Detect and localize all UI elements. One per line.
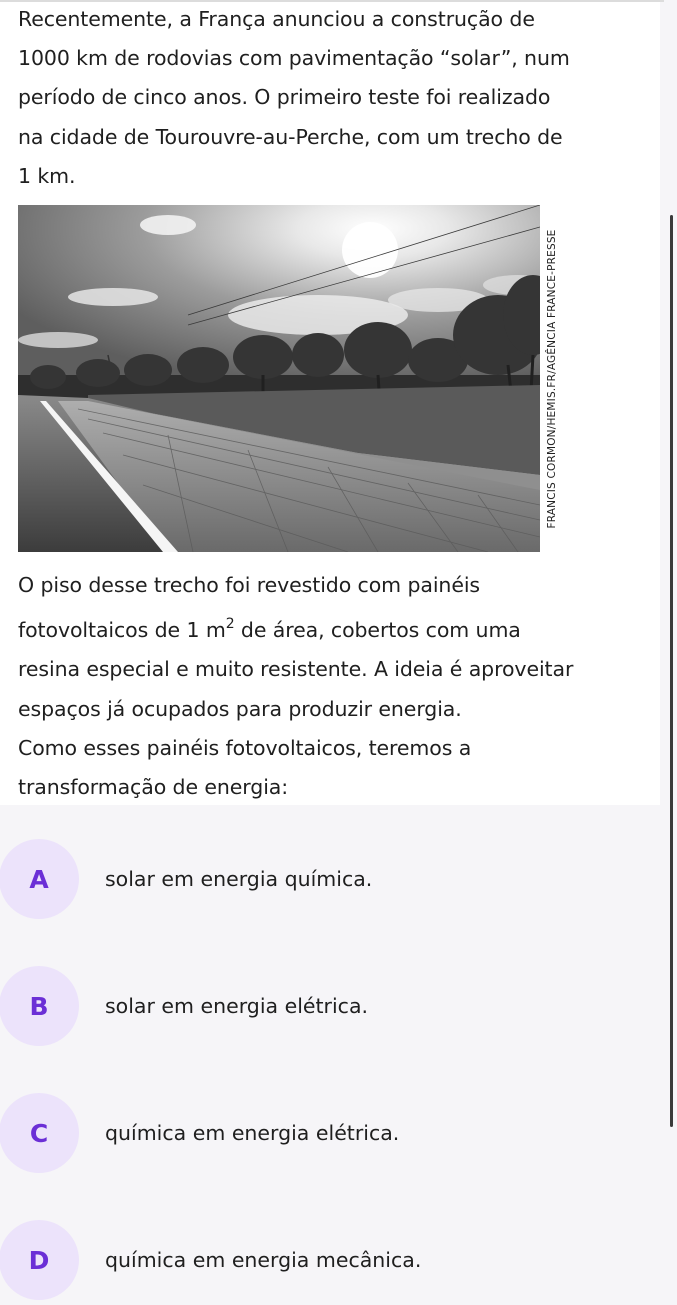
option-letter-badge: A	[0, 839, 79, 919]
photo-credit: FRANCIS CORMON/HEMIS.FR/AGÊNCIA FRANCE-P…	[542, 205, 562, 552]
option-text: química em energia elétrica.	[105, 1121, 400, 1145]
option-letter-badge: D	[0, 1220, 79, 1300]
body-line-1: O piso desse trecho foi revestido com pa…	[18, 573, 481, 597]
option-text: solar em energia elétrica.	[105, 994, 369, 1018]
page: Recentemente, a França anunciou a constr…	[0, 0, 677, 1305]
area-superscript: 2	[225, 616, 235, 633]
option-c[interactable]: C química em energia elétrica.	[0, 1093, 660, 1173]
scrollbar-thumb[interactable]	[670, 215, 673, 1127]
body-line-2-pre: fotovoltaicos de 1 m	[18, 618, 226, 643]
option-letter-badge: B	[0, 966, 79, 1046]
option-text: química em energia mecânica.	[105, 1248, 422, 1272]
option-d[interactable]: D química em energia mecânica.	[0, 1220, 660, 1300]
question-intro-text: Recentemente, a França anunciou a constr…	[18, 7, 570, 188]
question-body-text: O piso desse trecho foi revestido com pa…	[18, 566, 677, 807]
option-b[interactable]: B solar em energia elétrica.	[0, 966, 660, 1046]
solar-road-photo	[18, 205, 540, 552]
option-text: solar em energia química.	[105, 867, 373, 891]
body-rest: resina especial e muito resistente. A id…	[18, 657, 574, 800]
body-line-2-post: de área, cobertos com uma	[234, 618, 521, 643]
option-letter-badge: C	[0, 1093, 79, 1173]
photo-credit-text: FRANCIS CORMON/HEMIS.FR/AGÊNCIA FRANCE-P…	[546, 228, 558, 529]
option-a[interactable]: A solar em energia química.	[0, 839, 660, 919]
